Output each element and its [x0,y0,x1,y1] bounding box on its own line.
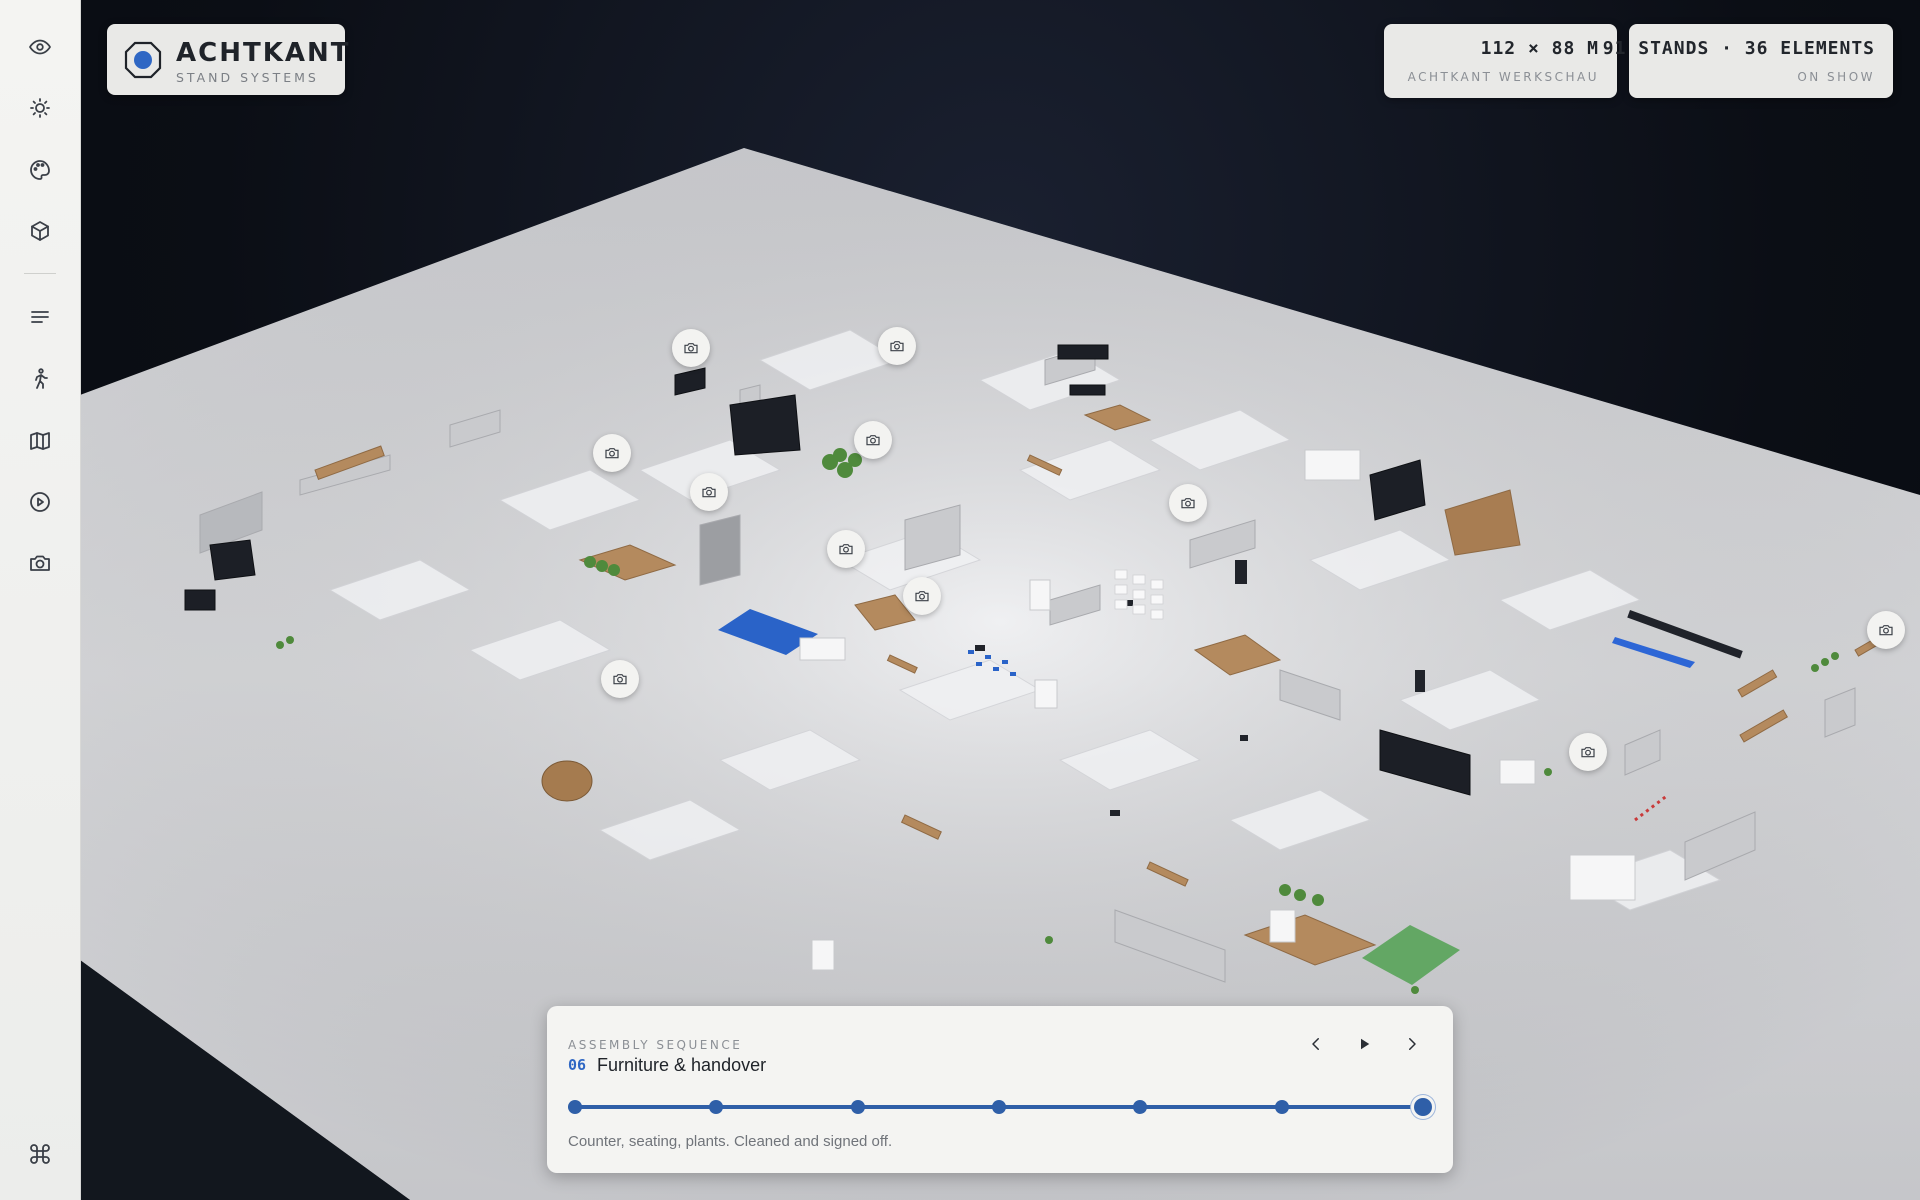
sequence-step-dot[interactable] [709,1100,724,1114]
camera-marker[interactable] [690,473,728,511]
sequence-step-dot[interactable] [850,1100,865,1114]
camera-marker[interactable] [1169,484,1207,522]
stand-count-card: 91 STANDS · 36 ELEMENTS ON SHOW [1603,24,1893,98]
step-title: Furniture & handover [597,1055,767,1075]
stand-count: 91 STANDS · 36 ELEMENTS [1602,38,1875,59]
brand-card: ACHTKANT STAND SYSTEMS [107,24,348,95]
camera-marker[interactable] [593,434,631,472]
hall-dimensions: 112 × 88 M [1480,38,1599,59]
camera-marker[interactable] [878,327,916,365]
play-icon [1361,1038,1370,1050]
sun-icon[interactable] [20,88,60,128]
sidebar-divider [24,273,56,274]
chevron-right-icon [1409,1038,1416,1050]
camera-marker[interactable] [903,577,941,615]
camera-marker[interactable] [854,421,892,459]
sequence-progress-track[interactable] [568,1098,1433,1116]
previous-step-button[interactable] [1300,1028,1332,1060]
step-number: 06 [568,1056,587,1074]
sequence-step-dot[interactable] [1133,1100,1148,1114]
camera-marker[interactable] [827,530,865,568]
wooden-pod [541,760,593,802]
sequence-step-dot[interactable] [992,1100,1006,1114]
cube-icon[interactable] [20,211,60,251]
command-icon[interactable] [20,1134,60,1174]
hall-dimensions-card: 112 × 88 M ACHTKANT WERKSCHAU [1384,24,1617,98]
venue-name: ACHTKANT WERKSCHAU [1407,70,1599,84]
camera-marker[interactable] [1569,733,1607,771]
assembly-sequence-panel: ASSEMBLY SEQUENCE 06 Furniture & handove… [547,1006,1453,1173]
chevron-left-icon [1312,1038,1319,1050]
camera-marker[interactable] [1867,611,1905,649]
eye-icon[interactable] [20,27,60,67]
play-circle-icon[interactable] [20,482,60,522]
brand-subtitle: STAND SYSTEMS [176,70,319,85]
palette-icon[interactable] [20,150,60,190]
step-description: Counter, seating, plants. Cleaned and si… [568,1133,893,1150]
map-icon[interactable] [20,421,60,461]
walk-icon[interactable] [20,359,60,399]
sequence-step-dot[interactable] [1414,1098,1432,1116]
play-sequence-button[interactable] [1348,1028,1380,1060]
panel-kicker: ASSEMBLY SEQUENCE [568,1038,743,1052]
list-icon[interactable] [20,298,60,338]
sequence-step-dot[interactable] [1274,1100,1289,1114]
camera-marker[interactable] [601,660,639,698]
brand-name: ACHTKANT [176,38,351,68]
next-step-button[interactable] [1396,1028,1428,1060]
toolbar-sidebar [0,0,81,1200]
octagon-logo-icon [124,41,162,79]
camera-marker[interactable] [672,329,710,367]
sequence-step-dot[interactable] [568,1100,582,1114]
stand-count-label: ON SHOW [1797,70,1875,84]
camera-icon[interactable] [20,543,60,583]
